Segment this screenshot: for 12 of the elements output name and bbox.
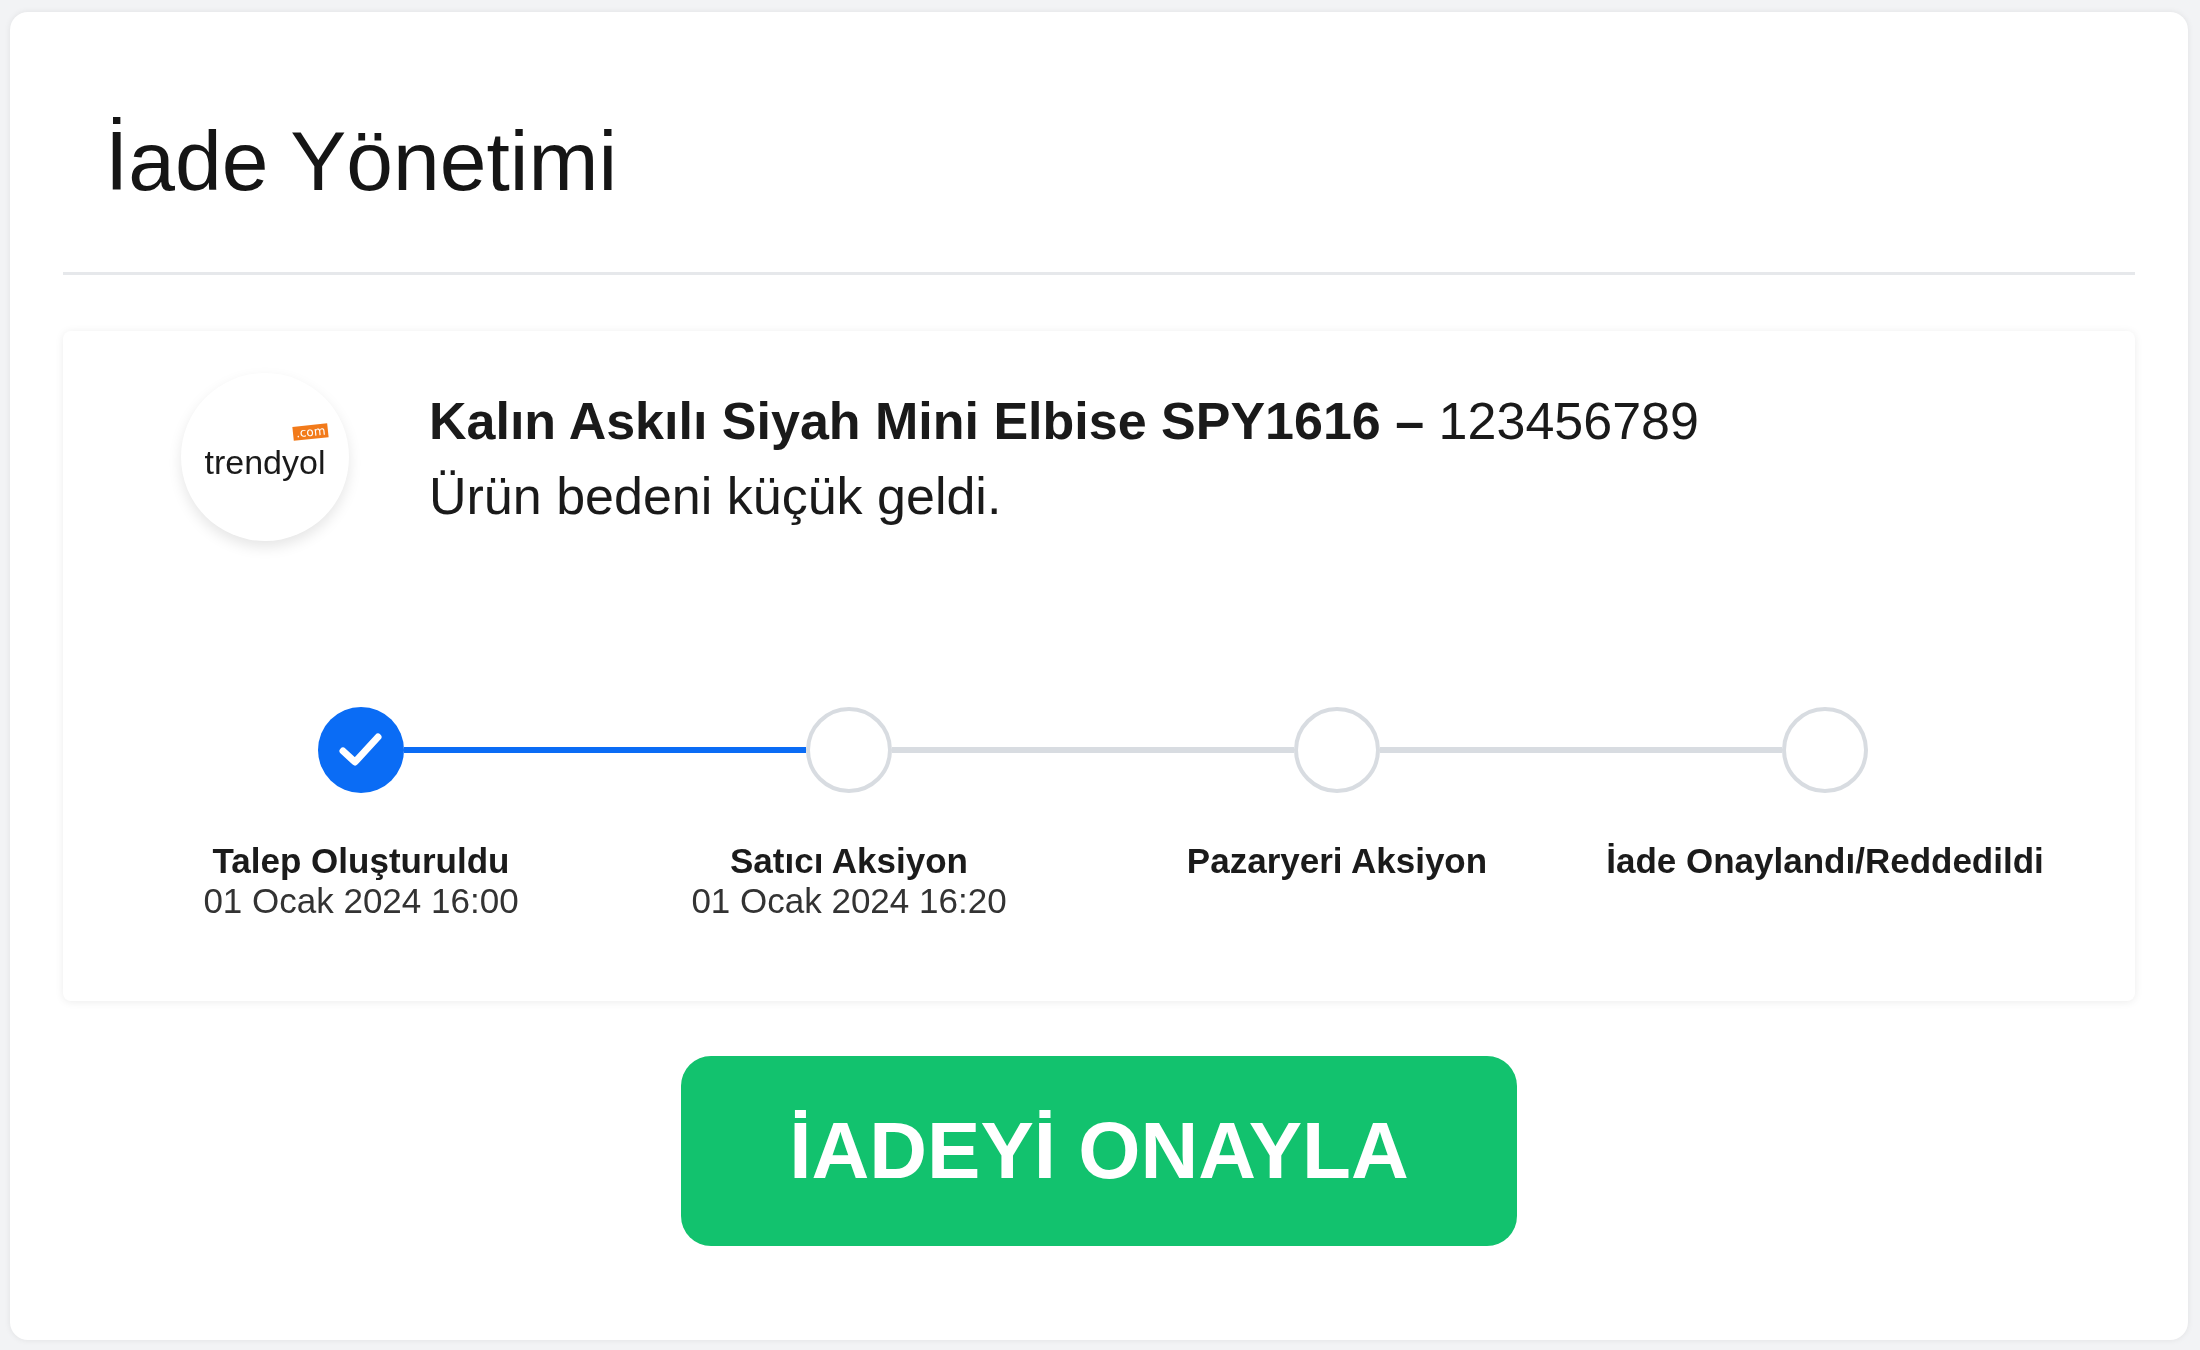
return-reason: Ürün bedeni küçük geldi.	[429, 465, 1003, 527]
logo-text: trendyol	[204, 442, 326, 482]
step-date: 01 Ocak 2024 16:20	[691, 881, 1007, 921]
step-label: İade Onaylandı/Reddedildi	[1606, 841, 2044, 881]
logo-badge: .com	[292, 423, 330, 442]
step-label: Pazaryeri Aksiyon	[1186, 841, 1488, 881]
page-title: İade Yönetimi	[104, 113, 619, 210]
approve-button[interactable]: İADEYİ ONAYLA	[681, 1056, 1517, 1246]
step-label: Satıcı Aksiyon	[730, 841, 968, 881]
product-title: Kalın Askılı Siyah Mini Elbise SPY1616 – 123456789	[429, 390, 1699, 452]
step-label: Talep Oluşturuldu	[212, 841, 510, 881]
step-date: 01 Ocak 2024 16:00	[203, 881, 519, 921]
